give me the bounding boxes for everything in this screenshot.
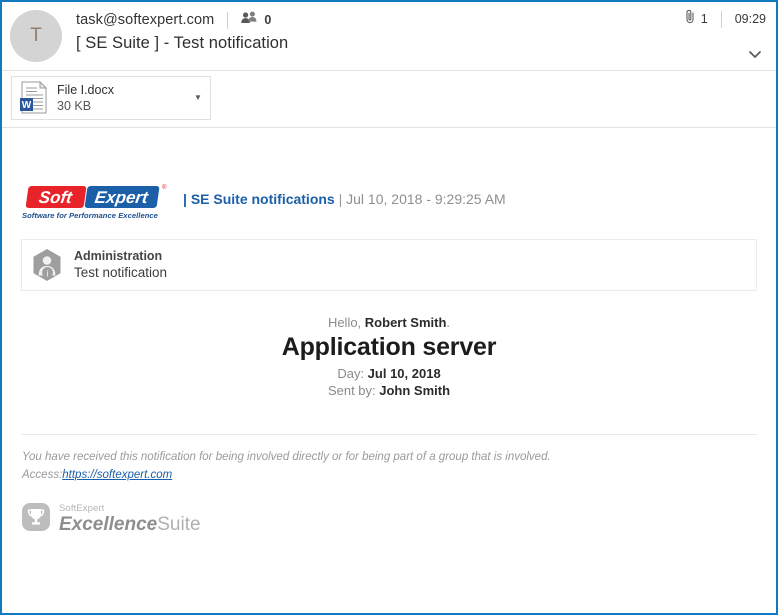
greeting-prefix: Hello,: [327, 315, 365, 330]
people-icon: [241, 11, 258, 29]
greeting-recipient: Robert Smith: [364, 315, 447, 330]
email-body: Soft Expert ® Software for Performance E…: [2, 128, 776, 612]
day-value: Jul 10, 2018: [367, 366, 441, 381]
access-label: Access:: [22, 469, 63, 481]
greeting-line: Hello, Robert Smith.: [2, 314, 776, 331]
message-headline: Application server: [281, 333, 497, 361]
sender-row: task@softexpert.com 0: [76, 9, 271, 31]
chevron-down-icon[interactable]: [745, 46, 765, 62]
footer-text: You have received this notification for …: [22, 449, 551, 484]
brand-header: Soft Expert ® Software for Performance E…: [21, 183, 506, 223]
excellence-suite-wordmark: SoftExpert ExcellenceSuite: [59, 503, 201, 535]
recipients-group[interactable]: 0: [241, 11, 271, 29]
suite-brand-light: Suite: [157, 514, 201, 535]
attachment-filesize: 30 KB: [57, 98, 92, 113]
avatar: T: [10, 10, 62, 62]
email-header: T task@softexpert.com 0 [ SE Suite ] - T…: [2, 2, 776, 71]
message-sender: Sent by: John Smith: [2, 382, 776, 399]
caret-down-icon[interactable]: ▼: [186, 76, 210, 120]
svg-text:Soft: Soft: [38, 188, 75, 207]
notification-banner: i Administration Test notification: [21, 239, 757, 291]
notification-subject: Test notification: [74, 265, 168, 280]
email-subject: [ SE Suite ] - Test notification: [76, 34, 289, 52]
footer-disclaimer: You have received this notification for …: [22, 451, 551, 463]
message-block: Hello, Robert Smith. Application server …: [2, 314, 776, 399]
sent-by-label: Sent by:: [327, 383, 380, 398]
message-day: Day: Jul 10, 2018: [2, 365, 776, 382]
access-link[interactable]: https://softexpert.com: [62, 469, 172, 481]
svg-text:W: W: [22, 100, 32, 111]
footer-divider: [21, 434, 757, 435]
received-time: 09:29: [734, 12, 766, 26]
notification-texts: Administration Test notification: [72, 249, 167, 281]
logo-tagline: Software for Performance Excellence: [22, 211, 158, 220]
sent-by-value: John Smith: [379, 383, 451, 398]
brand-title-line: | SE Suite notifications | Jul 10, 2018 …: [183, 191, 506, 215]
suite-brand-main: ExcellenceSuite: [59, 514, 201, 535]
excellence-suite-logo: SoftExpert ExcellenceSuite: [21, 501, 201, 537]
attachment-filename: File I.docx: [57, 82, 114, 97]
divider: [227, 11, 229, 29]
recipient-count: 0: [264, 13, 272, 27]
notification-module: Administration: [74, 249, 163, 263]
paperclip-icon: [685, 9, 696, 29]
greeting-suffix: .: [446, 315, 451, 330]
suite-brand-bold: Excellence: [59, 514, 158, 535]
email-reading-pane: T task@softexpert.com 0 [ SE Suite ] - T…: [0, 0, 778, 615]
excellence-suite-trophy-icon: [21, 502, 51, 537]
svg-text:Expert: Expert: [94, 188, 151, 207]
suite-brand-small: SoftExpert: [59, 503, 105, 514]
attachment-item[interactable]: W File I.docx 30 KB ▼: [11, 76, 211, 120]
brand-title: SE Suite notifications: [190, 191, 335, 207]
header-right-meta: 1 09:29: [685, 9, 766, 29]
attachment-meta: File I.docx 30 KB: [54, 83, 186, 114]
day-label: Day:: [337, 366, 368, 381]
sender-address[interactable]: task@softexpert.com: [76, 12, 214, 28]
brand-timestamp: Jul 10, 2018 - 9:29:25 AM: [346, 191, 506, 207]
attachment-count: 1: [700, 12, 708, 26]
user-info-hexagon-icon: i: [22, 248, 72, 282]
svg-text:®: ®: [162, 184, 167, 191]
svg-text:i: i: [47, 268, 49, 278]
attachment-bar: W File I.docx 30 KB ▼: [2, 71, 776, 128]
word-document-icon: W: [12, 76, 54, 120]
footer-access-line: Access:https://softexpert.com: [22, 467, 551, 484]
divider: [720, 10, 722, 28]
softexpert-logo: Soft Expert ® Software for Performance E…: [21, 183, 173, 223]
